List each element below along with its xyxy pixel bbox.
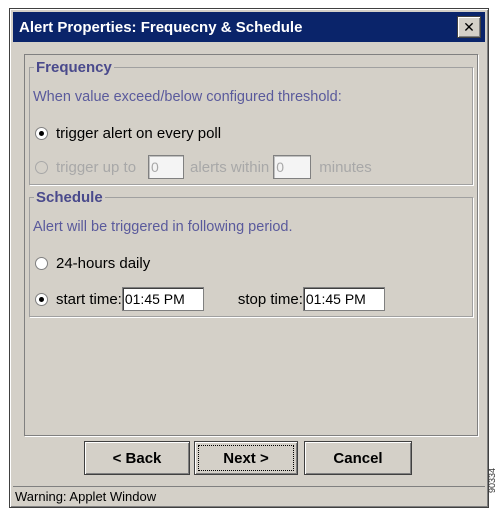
alert-properties-dialog: Alert Properties: Frequecny & Schedule ✕… [9,8,489,508]
start-time-input[interactable]: 01:45 PM [121,287,204,311]
stop-time-label: stop time: [237,290,303,308]
limited-prefix-label: trigger up to [56,158,137,176]
close-icon[interactable]: ✕ [457,16,481,38]
radio-limited-alerts[interactable]: trigger up to 0 alerts within 0 minutes [35,155,372,179]
window-title: Alert Properties: Frequecny & Schedule [19,18,303,36]
figure-id: 90334 [487,468,497,494]
alerts-count-input[interactable]: 0 [148,155,185,179]
schedule-hint: Alert will be triggered in following per… [33,219,293,235]
title-bar: Alert Properties: Frequecny & Schedule ✕ [13,12,485,42]
radio-time-period-button[interactable] [35,292,48,306]
radio-24-hours-button[interactable] [35,257,48,270]
frequency-hint: When value exceed/below configured thres… [33,89,342,105]
radio-time-period[interactable]: start time: 01:45 PM stop time: 01:45 PM [35,287,385,311]
next-button[interactable]: Next > [194,441,298,475]
properties-panel: Frequency When value exceed/below config… [24,54,478,436]
radio-limited-alerts-button[interactable] [35,160,48,174]
radio-every-poll-button[interactable] [35,127,48,140]
minutes-label: minutes [319,158,372,176]
stop-time-input[interactable]: 01:45 PM [302,287,385,311]
applet-warning: Warning: Applet Window [15,489,157,504]
back-button[interactable]: < Back [84,441,190,475]
radio-24-hours[interactable]: 24-hours daily [35,255,150,272]
schedule-legend: Schedule [36,189,103,206]
radio-every-poll-label: trigger alert on every poll [56,125,222,142]
radio-24-hours-label: 24-hours daily [56,255,151,272]
status-bar: Warning: Applet Window [13,486,485,506]
cancel-button[interactable]: Cancel [304,441,412,475]
minutes-input[interactable]: 0 [273,155,312,179]
limited-middle-label: alerts within [190,158,270,176]
radio-every-poll[interactable]: trigger alert on every poll [35,125,221,142]
frequency-legend: Frequency [36,59,112,76]
start-time-label: start time: [56,290,122,308]
